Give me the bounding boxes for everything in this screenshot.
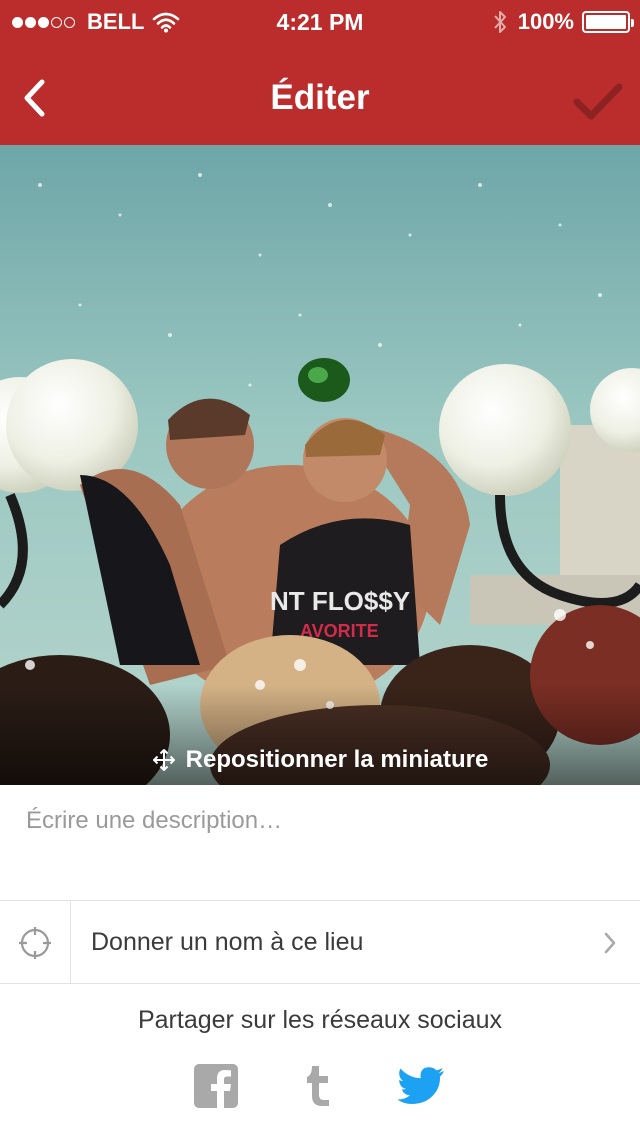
description-area (0, 785, 640, 901)
signal-dot (51, 16, 62, 28)
signal-dot (25, 16, 36, 28)
facebook-share-button[interactable] (192, 1062, 240, 1110)
svg-text:NT FLO$$Y: NT FLO$$Y (270, 586, 410, 616)
description-input[interactable] (0, 785, 640, 900)
chevron-right-glyph (604, 932, 616, 953)
status-left: BELL (12, 8, 180, 36)
chevron-right-icon (590, 931, 630, 955)
photo-image: NT FLO$$Y AVORITE (0, 145, 640, 785)
reposition-label: Repositionner la miniature (185, 746, 489, 773)
move-arrows-icon (152, 749, 175, 771)
signal-strength-icon (12, 16, 77, 28)
bluetooth-icon (493, 11, 506, 33)
status-bar: BELL 4:21 PM 100% (0, 0, 640, 42)
location-name-row[interactable]: Donner un nom à ce lieu (0, 901, 640, 984)
photo-thumbnail[interactable]: NT FLO$$Y AVORITE (0, 145, 640, 785)
location-name-label: Donner un nom à ce lieu (91, 928, 364, 956)
page-title: Éditer (270, 78, 370, 117)
tumblr-share-button[interactable] (294, 1062, 342, 1110)
carrier-label: BELL (87, 9, 145, 34)
battery-fill (586, 15, 626, 29)
reposition-thumbnail-button[interactable]: Repositionner la miniature (0, 738, 640, 782)
signal-dot (38, 16, 49, 28)
wifi-icon (153, 12, 180, 33)
battery-tip (631, 19, 634, 27)
confirm-button[interactable] (570, 78, 626, 126)
crosshair-icon (19, 926, 51, 959)
twitter-icon (397, 1067, 444, 1104)
tumblr-icon (307, 1066, 329, 1106)
signal-dot (64, 16, 75, 28)
battery-percentage: 100% (517, 9, 574, 34)
status-right: 100% (492, 8, 634, 36)
signal-dot (12, 16, 23, 28)
facebook-icon (194, 1064, 238, 1108)
battery-icon (582, 11, 634, 33)
share-section-title: Partager sur les réseaux sociaux (137, 1006, 503, 1034)
app-header: BELL 4:21 PM 100% Éditer (0, 0, 640, 145)
twitter-share-button[interactable] (397, 1062, 445, 1110)
checkmark-icon (573, 83, 623, 120)
location-icon-cell (0, 901, 71, 984)
